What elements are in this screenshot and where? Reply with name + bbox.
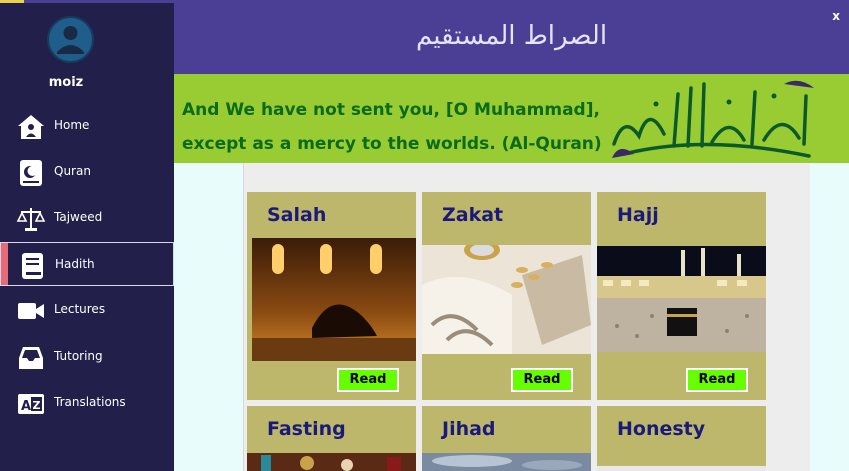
- username: moiz: [48, 75, 84, 90]
- svg-text:Z: Z: [33, 399, 41, 412]
- sidebar-item-label: Tutoring: [54, 349, 103, 363]
- card-title: Honesty: [617, 418, 706, 440]
- avatar[interactable]: [47, 16, 94, 63]
- quote-banner: And We have not sent you, [O Muhammad], …: [174, 74, 849, 163]
- card-honesty: Honesty: [597, 406, 766, 471]
- card-zakat: Zakat Read: [422, 192, 591, 400]
- sidebar-item-tajweed[interactable]: Tajweed: [0, 196, 174, 240]
- iftar-photo: [247, 453, 416, 471]
- home-icon: [18, 115, 44, 139]
- sidebar-item-tutoring[interactable]: Tutoring: [0, 335, 174, 379]
- user-icon: [57, 26, 84, 54]
- sidebar-item-hadith[interactable]: Hadith: [0, 242, 174, 286]
- calligraphy-logo: [612, 80, 814, 158]
- app-title: الصراط المستقيم: [415, 21, 608, 51]
- inbox-tray-icon: [19, 347, 43, 369]
- scales-icon: [16, 208, 46, 231]
- sidebar-item-quran[interactable]: Quran: [0, 150, 174, 194]
- read-button[interactable]: Read: [337, 368, 399, 392]
- prayer-photo: [252, 238, 416, 361]
- card-jihad: Jihad: [422, 406, 591, 471]
- read-button[interactable]: Read: [511, 368, 573, 392]
- sidebar-item-label: Lectures: [54, 302, 106, 316]
- sidebar: moiz Home Quran Tajweed Hadith Lectures …: [0, 3, 174, 471]
- sidebar-item-label: Home: [54, 118, 90, 132]
- translate-icon: A Z: [18, 394, 44, 414]
- video-camera-icon: [18, 303, 44, 319]
- quote-line-2: except as a mercy to the worlds. (Al-Qur…: [182, 134, 602, 154]
- sky-photo: [422, 453, 591, 471]
- sidebar-item-home[interactable]: Home: [0, 104, 174, 148]
- sidebar-item-label: Hadith: [55, 257, 95, 271]
- quran-book-icon: [20, 160, 42, 186]
- book-icon: [22, 253, 43, 279]
- card-image: [597, 466, 766, 471]
- main-content: Salah Read Zakat Read Hajj Read Fasting …: [174, 163, 849, 471]
- sidebar-item-lectures[interactable]: Lectures: [0, 288, 174, 332]
- card-title: Hajj: [617, 204, 659, 226]
- card-title: Salah: [267, 204, 327, 226]
- sidebar-item-label: Quran: [54, 164, 91, 178]
- card-title: Fasting: [267, 418, 346, 440]
- app-header: الصراط المستقيم x: [174, 3, 849, 74]
- sidebar-item-label: Translations: [54, 395, 126, 409]
- sidebar-item-label: Tajweed: [54, 210, 103, 224]
- card-title: Zakat: [442, 204, 504, 226]
- card-title: Jihad: [442, 418, 496, 440]
- active-indicator: [1, 243, 8, 285]
- card-fasting: Fasting: [247, 406, 416, 471]
- quote-line-1: And We have not sent you, [O Muhammad],: [182, 100, 600, 120]
- read-button[interactable]: Read: [686, 368, 748, 392]
- card-salah: Salah Read: [247, 192, 416, 400]
- app-window: moiz Home Quran Tajweed Hadith Lectures …: [0, 0, 849, 471]
- quote-text: And We have not sent you, [O Muhammad], …: [182, 93, 602, 161]
- svg-text:A: A: [21, 399, 31, 414]
- sidebar-item-translations[interactable]: A Z Translations: [0, 381, 174, 425]
- card-hajj: Hajj Read: [597, 192, 766, 400]
- kaaba-photo: [597, 246, 766, 352]
- cards-panel: Salah Read Zakat Read Hajj Read Fasting …: [243, 163, 810, 471]
- coin-charity-photo: [422, 245, 591, 354]
- close-button[interactable]: x: [832, 9, 840, 23]
